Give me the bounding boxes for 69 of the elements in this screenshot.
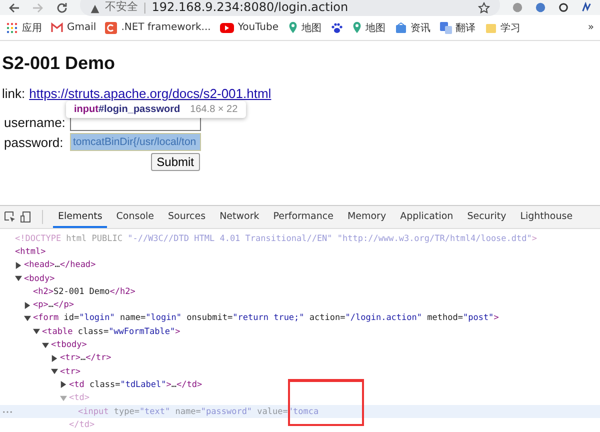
dom-node-text[interactable]: <body> — [24, 274, 55, 284]
reload-icon[interactable] — [56, 2, 68, 14]
devtools-tab[interactable]: Application — [395, 206, 458, 228]
device-icon[interactable] — [20, 211, 32, 223]
selector-text: input#login_password — [74, 104, 180, 115]
dom-node-text[interactable]: <h2>S2-001 Demo</h2> — [33, 286, 136, 297]
devtools-tab[interactable]: Security — [462, 206, 512, 228]
dom-node-text[interactable]: <tr> — [60, 366, 80, 377]
devtools-tab[interactable]: Elements — [53, 206, 108, 228]
grid-icon — [6, 22, 18, 34]
submit-button[interactable]: Submit — [150, 153, 200, 171]
dom-node-text[interactable]: <tr>…</tr> — [60, 353, 112, 364]
bookmark-item[interactable]: 资讯 — [394, 20, 431, 34]
disclosure-triangle-icon[interactable] — [51, 354, 58, 362]
translate-icon — [440, 22, 452, 34]
disclosure-triangle-icon[interactable] — [24, 314, 31, 322]
paw-icon — [330, 22, 343, 34]
bookmark-item[interactable]: 地图 — [288, 20, 322, 34]
field-label: username: — [4, 114, 66, 130]
dom-node-text[interactable]: <html> — [15, 246, 46, 257]
page-heading: S2-001 Demo — [2, 53, 116, 74]
map-pin-icon — [352, 21, 362, 34]
inspect-icon[interactable] — [4, 211, 16, 223]
bookmark-item[interactable] — [330, 22, 343, 34]
dom-node-text[interactable]: <p>…</p> — [33, 300, 74, 310]
back-arrow-icon[interactable] — [8, 2, 20, 14]
docs-link[interactable]: https://struts.apache.org/docs/s2-001.html — [29, 86, 272, 101]
disclosure-triangle-icon[interactable] — [15, 262, 22, 269]
dom-node-text[interactable]: <tbody> — [51, 340, 87, 350]
url-text: 192.168.9.234:8080/login.action — [152, 0, 348, 14]
devtools-tab[interactable]: Performance — [268, 206, 338, 228]
extension-icon[interactable] — [581, 2, 592, 13]
security-label: 不安全 — [105, 0, 138, 14]
disclosure-triangle-icon[interactable] — [51, 368, 58, 376]
disclosure-triangle-icon[interactable] — [33, 328, 40, 336]
devtools-tab[interactable]: Memory — [342, 206, 392, 228]
disclosure-triangle-icon[interactable] — [15, 275, 22, 282]
bookmark-item[interactable]: 学习 — [484, 20, 521, 34]
play-icon — [220, 22, 234, 32]
devtools-tab[interactable]: Console — [111, 206, 159, 228]
bookmark-item[interactable]: Gmail — [51, 22, 96, 34]
field-label: password: — [4, 134, 64, 150]
bookmark-item[interactable]: YouTube — [220, 22, 279, 33]
more-bookmarks-button[interactable]: » — [588, 22, 594, 33]
link-label: link: — [2, 86, 26, 101]
map-pin-icon — [288, 21, 298, 34]
bookmark-item[interactable]: 翻译 — [440, 20, 476, 34]
devtools-tab[interactable]: Sources — [163, 206, 211, 228]
address-bar[interactable]: 不安全 | 192.168.9.234:8080/login.action — [80, 0, 500, 16]
bookmark-item[interactable]: .NET framework... — [105, 22, 211, 34]
dom-node-text[interactable]: <head>…</head> — [24, 260, 96, 270]
disclosure-triangle-icon[interactable] — [24, 302, 31, 309]
devtools-tab[interactable]: Lighthouse — [515, 206, 578, 228]
dom-node-text[interactable]: <form id="login" name="login" onsubmit="return true;" action="/login.action" method="post"> — [33, 313, 499, 324]
disclosure-triangle-icon[interactable] — [42, 342, 49, 349]
dom-node-text[interactable]: <table class="wwFormTable"> — [42, 326, 180, 337]
star-icon[interactable] — [478, 2, 490, 14]
letter-c-icon — [105, 22, 118, 34]
separator-text: | — [143, 0, 147, 14]
dom-node-text[interactable]: <td class="tdLabel">…</td> — [69, 380, 202, 390]
bookmark-item[interactable]: 应用 — [6, 20, 42, 34]
size-text: 164.8 × 22 — [190, 104, 238, 115]
extension-icon[interactable] — [558, 2, 569, 13]
devtools-tab[interactable]: Network — [214, 206, 264, 228]
folder-icon — [484, 22, 497, 34]
bookmark-item[interactable]: 地图 — [352, 20, 386, 34]
disclosure-triangle-icon[interactable] — [60, 381, 67, 388]
news-icon — [394, 22, 407, 34]
mail-icon — [51, 22, 63, 34]
